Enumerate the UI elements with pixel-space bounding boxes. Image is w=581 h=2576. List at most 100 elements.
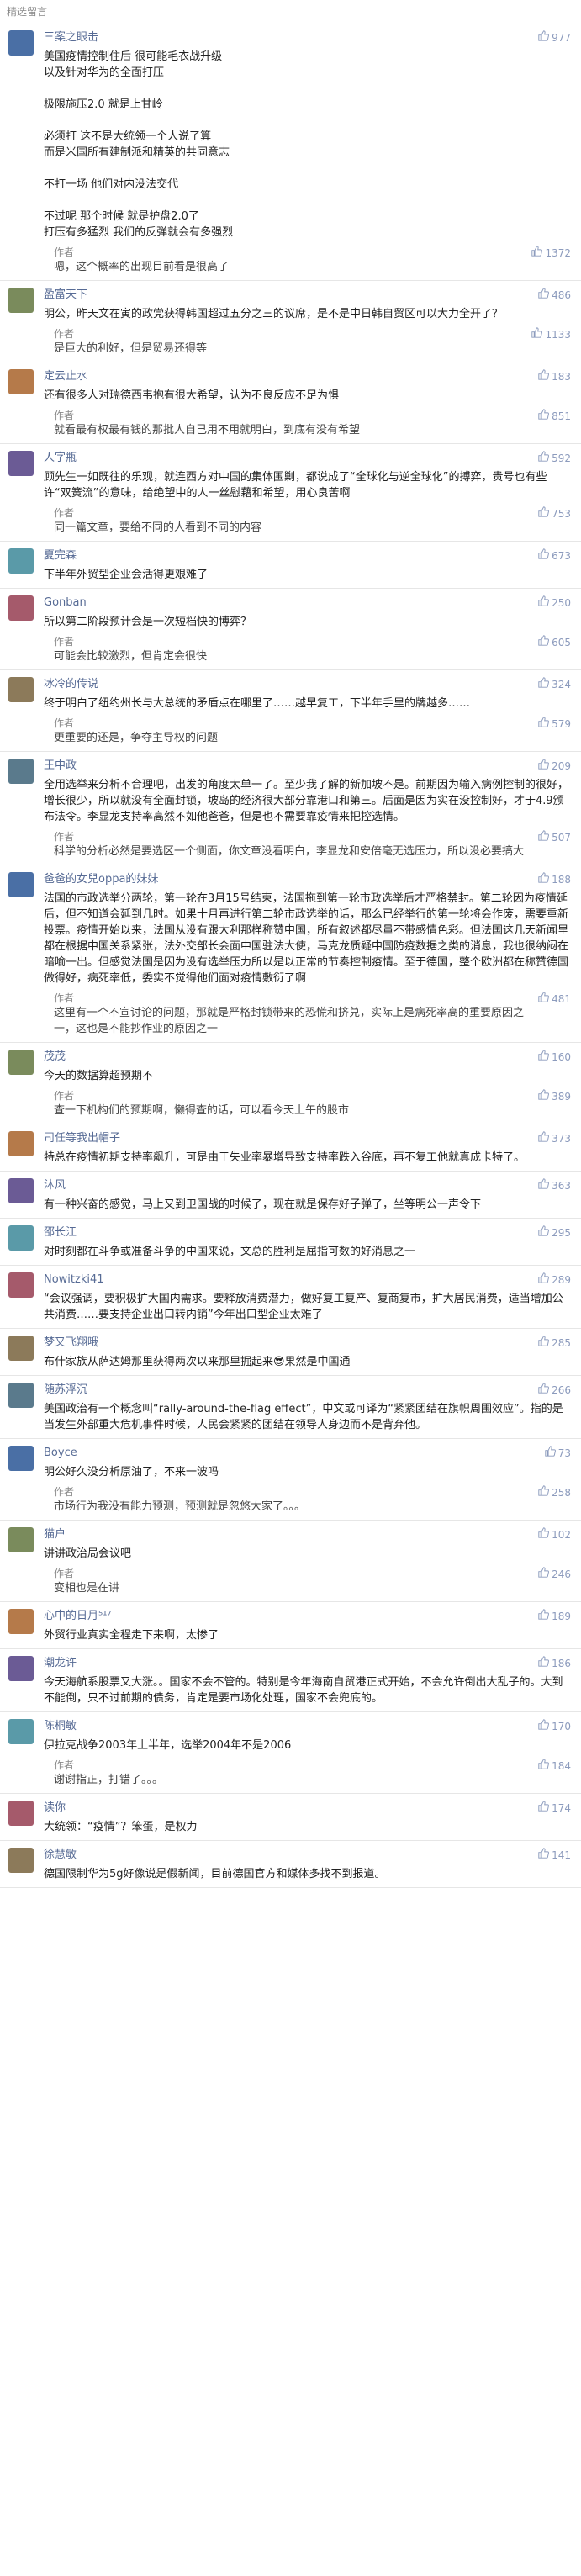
like-button[interactable]: 170 <box>538 1719 571 1734</box>
comment-nickname[interactable]: Gonban <box>44 595 481 611</box>
reply-like-button[interactable]: 851 <box>538 409 571 424</box>
like-button[interactable]: 285 <box>538 1336 571 1351</box>
avatar[interactable] <box>8 548 34 574</box>
like-button[interactable]: 174 <box>538 1801 571 1816</box>
reply-like-button[interactable]: 481 <box>538 992 571 1007</box>
comment-nickname[interactable]: 三案之眼击 <box>44 30 481 45</box>
reply-like-count: 389 <box>552 1091 571 1103</box>
like-button[interactable]: 324 <box>538 677 571 692</box>
reply-like-count: 258 <box>552 1487 571 1499</box>
reply-like-button[interactable]: 753 <box>538 506 571 521</box>
comment-nickname[interactable]: Boyce <box>44 1446 481 1461</box>
like-button[interactable]: 250 <box>538 595 571 611</box>
comment-nickname[interactable]: 人字瓶 <box>44 451 481 466</box>
comment-item: 潮龙许 186 今天海航系股票又大涨。。国家不会不管的。特别是今年海南自贸港正式… <box>0 1649 581 1712</box>
avatar[interactable] <box>8 1383 34 1408</box>
like-button[interactable]: 373 <box>538 1131 571 1146</box>
avatar[interactable] <box>8 1225 34 1251</box>
comment-nickname[interactable]: 徐慧敏 <box>44 1848 481 1863</box>
comment-nickname[interactable]: 茂茂 <box>44 1050 481 1065</box>
reply-like-count: 481 <box>552 993 571 1005</box>
comment-nickname[interactable]: 冰冷的传说 <box>44 677 481 692</box>
like-count: 250 <box>552 597 571 609</box>
avatar[interactable] <box>8 759 34 784</box>
comment-nickname[interactable]: 读你 <box>44 1801 481 1816</box>
comment-item: 随苏浮沉 266 美国政治有一个概念叫“rally-around-the-fla… <box>0 1376 581 1439</box>
like-button[interactable]: 189 <box>538 1609 571 1624</box>
like-button[interactable]: 186 <box>538 1656 571 1671</box>
reply-like-button[interactable]: 507 <box>538 830 571 845</box>
like-count: 174 <box>552 1802 571 1814</box>
comment-nickname[interactable]: 心中的日月⁵¹⁷ <box>44 1609 481 1624</box>
avatar[interactable] <box>8 451 34 476</box>
like-button[interactable]: 188 <box>538 872 571 887</box>
reply-like-button[interactable]: 246 <box>538 1567 571 1582</box>
like-button[interactable]: 266 <box>538 1383 571 1398</box>
avatar[interactable] <box>8 1050 34 1075</box>
like-button[interactable]: 295 <box>538 1225 571 1240</box>
reply-like-button[interactable]: 184 <box>538 1759 571 1774</box>
like-button[interactable]: 977 <box>538 30 571 45</box>
comment-nickname[interactable]: 王中政 <box>44 759 481 774</box>
thumbs-up-icon <box>538 1383 550 1398</box>
like-button[interactable]: 486 <box>538 288 571 303</box>
comment-nickname[interactable]: 邵长江 <box>44 1225 481 1240</box>
thumbs-up-icon <box>538 30 550 45</box>
reply-like-button[interactable]: 1133 <box>531 327 571 342</box>
like-button[interactable]: 160 <box>538 1050 571 1065</box>
like-button[interactable]: 183 <box>538 369 571 384</box>
comment-item: 定云止水 183 还有很多人对瑞德西韦抱有很大希望，认为不良反应不足为惧 作者 … <box>0 362 581 444</box>
thumbs-up-icon <box>538 369 550 384</box>
avatar[interactable] <box>8 1719 34 1744</box>
avatar[interactable] <box>8 1272 34 1298</box>
like-button[interactable]: 209 <box>538 759 571 774</box>
avatar[interactable] <box>8 1609 34 1634</box>
avatar[interactable] <box>8 1336 34 1361</box>
comment-nickname[interactable]: 猫户 <box>44 1527 481 1542</box>
avatar[interactable] <box>8 595 34 621</box>
reply-content: 可能会比较激烈，但肯定会很快 <box>54 650 208 663</box>
avatar[interactable] <box>8 369 34 394</box>
comment-nickname[interactable]: Nowitzki41 <box>44 1272 481 1288</box>
reply-like-button[interactable]: 605 <box>538 635 571 650</box>
reply-like-button[interactable]: 1372 <box>531 246 571 261</box>
avatar[interactable] <box>8 1446 34 1471</box>
like-button[interactable]: 73 <box>545 1446 571 1461</box>
avatar[interactable] <box>8 1178 34 1203</box>
like-count: 363 <box>552 1180 571 1192</box>
reply-like-count: 1372 <box>545 247 571 259</box>
comment-nickname[interactable]: 司任等我出帽子 <box>44 1131 481 1146</box>
comment-nickname[interactable]: 沐风 <box>44 1178 481 1193</box>
reply-like-button[interactable]: 389 <box>538 1089 571 1104</box>
comment-item: 读你 174 大统领：“疫情”？笨蛋，是权力 <box>0 1794 581 1841</box>
avatar[interactable] <box>8 30 34 56</box>
thumbs-up-icon <box>538 1272 550 1288</box>
avatar[interactable] <box>8 677 34 702</box>
comment-nickname[interactable]: 梦又飞翔哦 <box>44 1336 481 1351</box>
avatar[interactable] <box>8 1848 34 1873</box>
like-button[interactable]: 592 <box>538 451 571 466</box>
like-button[interactable]: 363 <box>538 1178 571 1193</box>
avatar[interactable] <box>8 288 34 313</box>
like-button[interactable]: 289 <box>538 1272 571 1288</box>
comment-nickname[interactable]: 陈桐敏 <box>44 1719 481 1734</box>
comment-nickname[interactable]: 爸爸的女兒oppa的妹妹 <box>44 872 481 887</box>
like-button[interactable]: 673 <box>538 548 571 563</box>
reply-like-button[interactable]: 258 <box>538 1485 571 1500</box>
author-label: 作者 <box>54 717 75 729</box>
avatar[interactable] <box>8 872 34 897</box>
avatar[interactable] <box>8 1801 34 1826</box>
like-count: 592 <box>552 452 571 464</box>
avatar[interactable] <box>8 1131 34 1156</box>
comment-nickname[interactable]: 随苏浮沉 <box>44 1383 481 1398</box>
comment-nickname[interactable]: 盈富天下 <box>44 288 481 303</box>
like-count: 189 <box>552 1611 571 1622</box>
comment-nickname[interactable]: 夏完森 <box>44 548 481 563</box>
comment-nickname[interactable]: 定云止水 <box>44 369 481 384</box>
avatar[interactable] <box>8 1527 34 1552</box>
comment-nickname[interactable]: 潮龙许 <box>44 1656 481 1671</box>
reply-like-button[interactable]: 579 <box>538 717 571 732</box>
like-button[interactable]: 141 <box>538 1848 571 1863</box>
avatar[interactable] <box>8 1656 34 1681</box>
like-button[interactable]: 102 <box>538 1527 571 1542</box>
